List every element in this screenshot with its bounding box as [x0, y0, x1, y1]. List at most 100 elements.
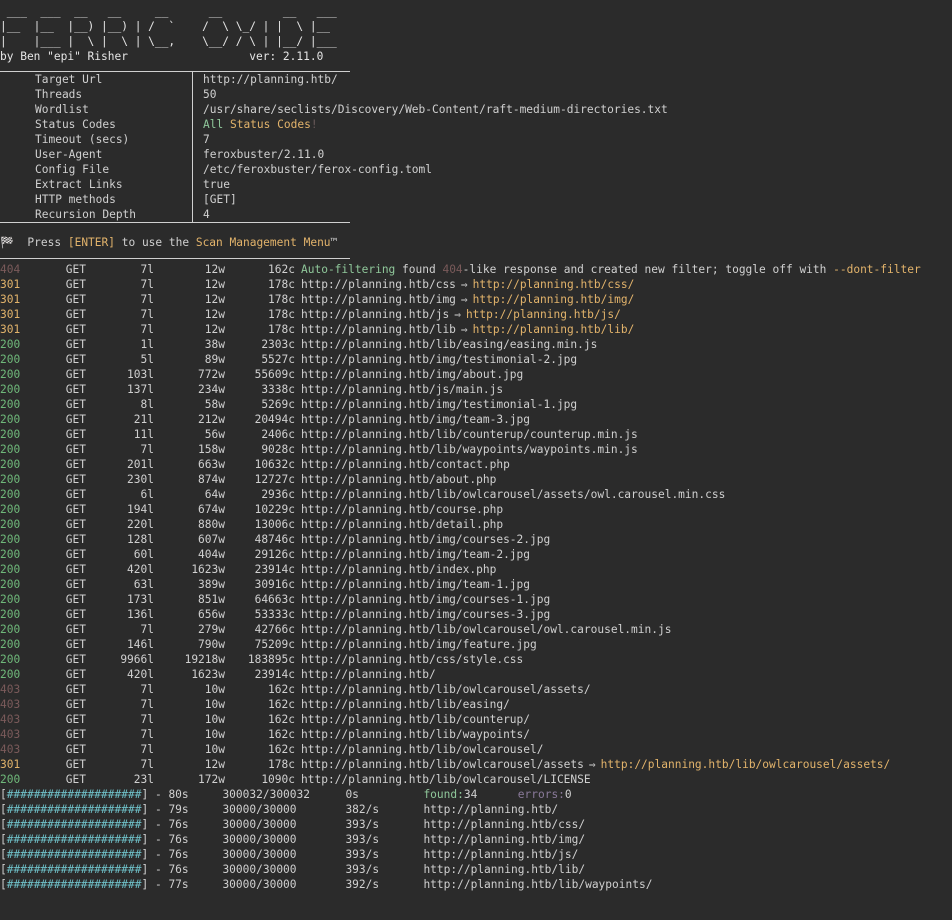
- result-row[interactable]: 200 GET 137l 234w 3338c http://planning.htb/j…: [0, 382, 952, 397]
- result-url[interactable]: http://planning.htb/img/about.jpg: [301, 368, 523, 381]
- result-url[interactable]: http://planning.htb/lib/counterup/: [301, 713, 530, 726]
- result-row[interactable]: 200 GET 420l 1623w 23914c http://planning.htb…: [0, 667, 952, 682]
- result-row[interactable]: 403 GET 7l 10w 162c http://planning.htb/lib/o…: [0, 742, 952, 757]
- result-url-cell: http://planning.htb/lib ⇒ http://planning.…: [295, 322, 634, 337]
- result-row[interactable]: 200 GET 11l 56w 2406c http://planning.htb/lib…: [0, 427, 952, 442]
- result-row[interactable]: 200 GET 1l 38w 2303c http://planning.htb/lib/…: [0, 337, 952, 352]
- word-count: 12w: [204, 758, 225, 771]
- bar-bracket: ]: [141, 878, 149, 891]
- result-url[interactable]: http://planning.htb/lib/owlcarousel/asse…: [301, 683, 591, 696]
- result-url[interactable]: http://planning.htb/img/team-1.jpg: [301, 578, 530, 591]
- result-row[interactable]: 403 GET 7l 10w 162c http://planning.htb/lib/w…: [0, 727, 952, 742]
- bar-fill: ####################: [6, 878, 142, 891]
- bar-bracket: [: [0, 833, 7, 846]
- result-url[interactable]: http://planning.htb/lib/owlcarousel/owl.…: [301, 623, 671, 636]
- result-row[interactable]: 200 GET 60l 404w 29126c http://planning.htb/i…: [0, 547, 952, 562]
- result-url[interactable]: http://planning.htb/img/courses-1.jpg: [301, 593, 550, 606]
- result-row[interactable]: 403 GET 7l 10w 162c http://planning.htb/lib/o…: [0, 682, 952, 697]
- result-row[interactable]: 200 GET 7l 279w 42766c http://planning.htb/li…: [0, 622, 952, 637]
- result-row[interactable]: 200 GET 173l 851w 64663c http://planning.htb/…: [0, 592, 952, 607]
- char-count: 5527c: [261, 353, 295, 366]
- result-url[interactable]: http://planning.htb/contact.php: [301, 458, 510, 471]
- result-url[interactable]: http://planning.htb/img/testimonial-1.jp…: [301, 398, 577, 411]
- result-url[interactable]: http://planning.htb/course.php: [301, 503, 503, 516]
- result-url[interactable]: http://planning.htb/detail.php: [301, 518, 503, 531]
- result-url[interactable]: http://planning.htb/lib: [301, 323, 456, 336]
- result-url[interactable]: http://planning.htb/img/courses-3.jpg: [301, 608, 550, 621]
- redirect-url[interactable]: http://planning.htb/css/: [473, 278, 635, 291]
- result-url[interactable]: http://planning.htb/js/main.js: [301, 383, 503, 396]
- result-row[interactable]: 301 GET 7l 12w 178c http://planning.htb/lib ⇒ h…: [0, 322, 952, 337]
- result-row[interactable]: 200 GET 9966l 19218w 183895c http://planning.…: [0, 652, 952, 667]
- result-row[interactable]: 200 GET 8l 58w 5269c http://planning.htb/img/…: [0, 397, 952, 412]
- result-row[interactable]: 200 GET 21l 212w 20494c http://planning.htb/i…: [0, 412, 952, 427]
- author-credit: by Ben "epi" Risher: [0, 50, 128, 63]
- result-url[interactable]: http://planning.htb/lib/waypoints/: [301, 728, 530, 741]
- errors-count: 0: [564, 788, 572, 801]
- result-url[interactable]: http://planning.htb/img/feature.jpg: [301, 638, 537, 651]
- line-count: 7l: [140, 728, 154, 741]
- result-url[interactable]: http://planning.htb/lib/easing/easing.mi…: [301, 338, 597, 351]
- config-value: 4: [203, 208, 210, 221]
- result-row[interactable]: 200 GET 220l 880w 13006c http://planning.htb/…: [0, 517, 952, 532]
- result-url[interactable]: http://planning.htb/index.php: [301, 563, 496, 576]
- result-url[interactable]: http://planning.htb/img/testimonial-2.jp…: [301, 353, 577, 366]
- char-count: 162c: [268, 683, 295, 696]
- http-method: GET: [65, 353, 86, 366]
- word-count: 89w: [204, 353, 225, 366]
- result-url[interactable]: http://planning.htb/css: [301, 278, 456, 291]
- result-row[interactable]: 200 GET 7l 158w 9028c http://planning.htb/lib…: [0, 442, 952, 457]
- result-url[interactable]: http://planning.htb/about.php: [301, 473, 496, 486]
- line-count: 7l: [140, 443, 154, 456]
- result-url[interactable]: http://planning.htb/lib/waypoints/waypoi…: [301, 443, 638, 456]
- result-row[interactable]: 200 GET 128l 607w 48746c http://planning.htb/…: [0, 532, 952, 547]
- terminal-window[interactable]: ___ ___ __ __ __ __ __ ___ |__ |__ |__) …: [0, 0, 952, 920]
- redirect-url[interactable]: http://planning.htb/img/: [473, 293, 635, 306]
- result-row[interactable]: 200 GET 6l 64w 2936c http://planning.htb/lib/…: [0, 487, 952, 502]
- result-row[interactable]: 301 GET 7l 12w 178c http://planning.htb/lib/o…: [0, 757, 952, 772]
- result-row[interactable]: 200 GET 103l 772w 55609c http://planning.htb/…: [0, 367, 952, 382]
- result-url[interactable]: http://planning.htb/css/style.css: [301, 653, 523, 666]
- result-url[interactable]: http://planning.htb/lib/owlcarousel/asse…: [301, 758, 584, 771]
- progress-bar: [####################]: [0, 802, 148, 817]
- result-url[interactable]: http://planning.htb/: [301, 668, 436, 681]
- line-count: 9966l: [120, 653, 154, 666]
- result-row[interactable]: 200 GET 420l 1623w 23914c http://planning.htb…: [0, 562, 952, 577]
- result-row[interactable]: 301 GET 7l 12w 178c http://planning.htb/img ⇒ h…: [0, 292, 952, 307]
- redirect-url[interactable]: http://planning.htb/lib/owlcarousel/asse…: [601, 758, 891, 771]
- result-row[interactable]: 301 GET 7l 12w 178c http://planning.htb/js ⇒ ht…: [0, 307, 952, 322]
- char-count: 20494c: [254, 413, 295, 426]
- line-count: 220l: [127, 518, 154, 531]
- result-row[interactable]: 200 GET 230l 874w 12727c http://planning.htb/…: [0, 472, 952, 487]
- result-url-cell: http://planning.htb/contact.php: [295, 457, 510, 472]
- http-method: GET: [65, 293, 86, 306]
- result-row[interactable]: 301 GET 7l 12w 178c http://planning.htb/css ⇒ h…: [0, 277, 952, 292]
- result-row[interactable]: 403 GET 7l 10w 162c http://planning.htb/lib/e…: [0, 697, 952, 712]
- request-rate: 382/s: [345, 803, 380, 816]
- status-code: 403: [0, 683, 21, 696]
- result-row[interactable]: 200 GET 146l 790w 75209c http://planning.htb/…: [0, 637, 952, 652]
- result-url[interactable]: http://planning.htb/lib/owlcarousel/: [301, 743, 543, 756]
- status-code: 200: [0, 353, 21, 366]
- redirect-url[interactable]: http://planning.htb/js/: [466, 308, 621, 321]
- result-url[interactable]: http://planning.htb/img/team-2.jpg: [301, 548, 530, 561]
- separator: -: [148, 848, 169, 861]
- result-url[interactable]: http://planning.htb/img/team-3.jpg: [301, 413, 530, 426]
- line-count: 7l: [140, 713, 154, 726]
- result-row[interactable]: 200 GET 63l 389w 30916c http://planning.htb/i…: [0, 577, 952, 592]
- result-row[interactable]: 200 GET 136l 656w 53333c http://planning.htb/…: [0, 607, 952, 622]
- result-url[interactable]: http://planning.htb/lib/owlcarousel/LICE…: [301, 773, 591, 786]
- result-row[interactable]: 200 GET 23l 172w 1090c http://planning.htb/li…: [0, 772, 952, 787]
- result-row[interactable]: 200 GET 5l 89w 5527c http://planning.htb/img/…: [0, 352, 952, 367]
- result-url[interactable]: http://planning.htb/lib/counterup/counte…: [301, 428, 638, 441]
- result-url[interactable]: http://planning.htb/img: [301, 293, 456, 306]
- result-row[interactable]: 200 GET 201l 663w 10632c http://planning.htb/…: [0, 457, 952, 472]
- result-url[interactable]: http://planning.htb/js: [301, 308, 449, 321]
- result-row[interactable]: 403 GET 7l 10w 162c http://planning.htb/lib/c…: [0, 712, 952, 727]
- result-row[interactable]: 200 GET 194l 674w 10229c http://planning.htb/…: [0, 502, 952, 517]
- result-url[interactable]: http://planning.htb/lib/easing/: [301, 698, 510, 711]
- result-url[interactable]: http://planning.htb/lib/owlcarousel/asse…: [301, 488, 725, 501]
- redirect-url[interactable]: http://planning.htb/lib/: [473, 323, 635, 336]
- http-method: GET: [65, 743, 86, 756]
- result-url[interactable]: http://planning.htb/img/courses-2.jpg: [301, 533, 550, 546]
